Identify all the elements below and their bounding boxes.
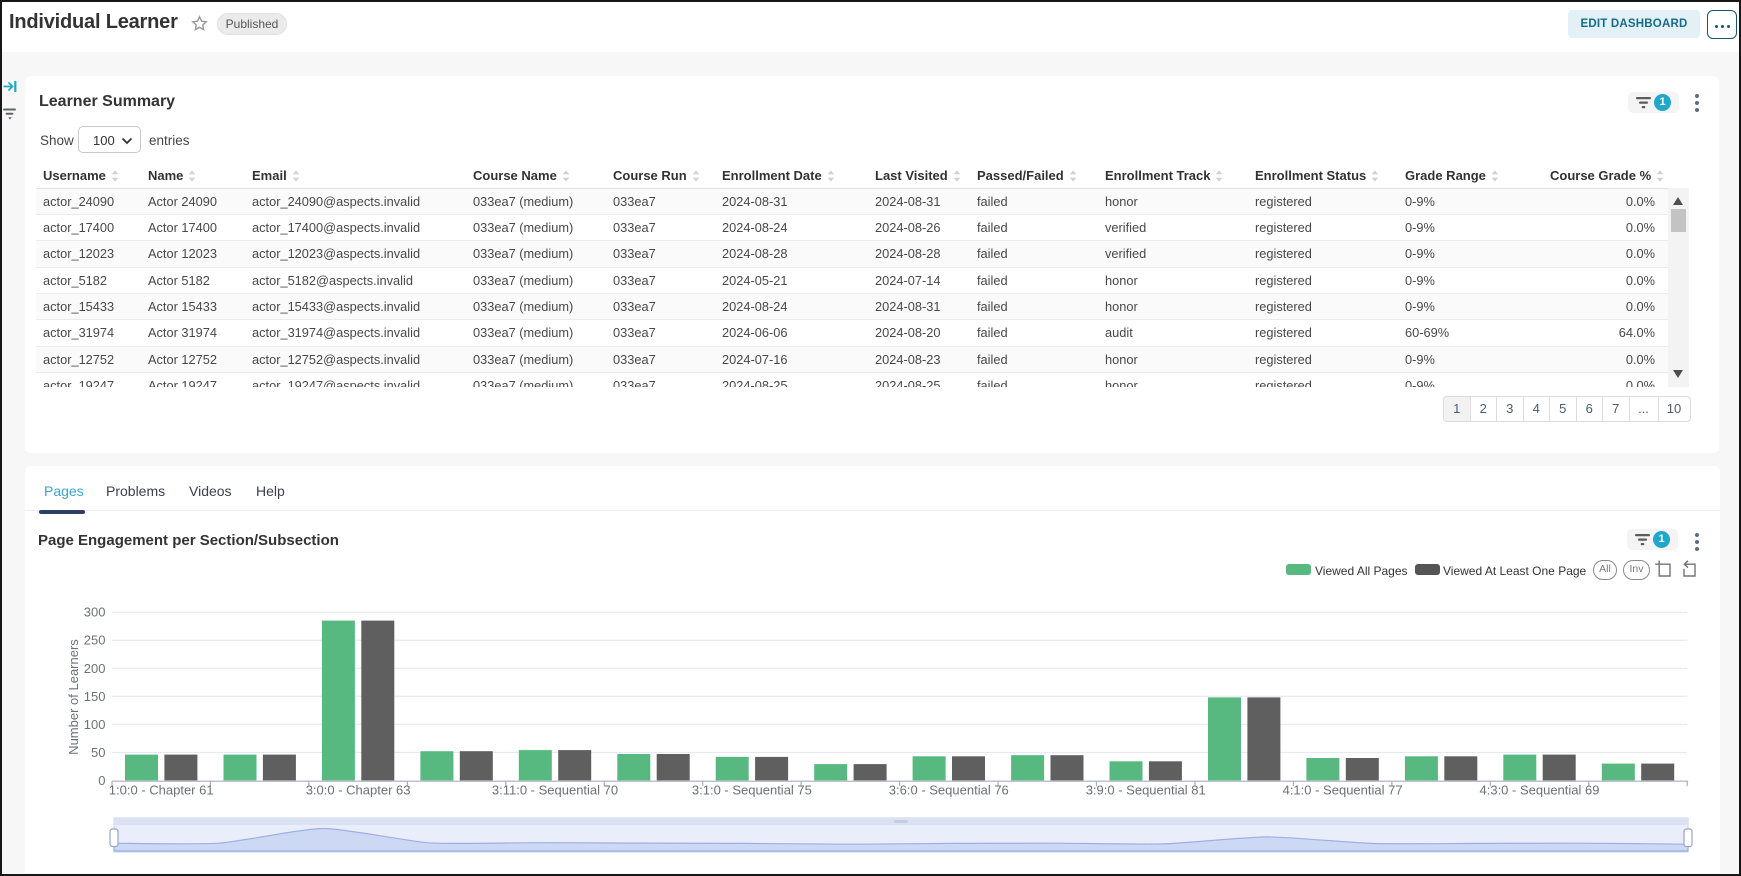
svg-text:3:0:0 - Chapter 63: 3:0:0 - Chapter 63: [306, 782, 411, 797]
svg-text:3:6:0 - Sequential 76: 3:6:0 - Sequential 76: [889, 782, 1009, 797]
svg-text:4:1:0 - Sequential 77: 4:1:0 - Sequential 77: [1283, 782, 1403, 797]
svg-text:300: 300: [84, 605, 106, 620]
svg-text:1:0:0 - Chapter 61: 1:0:0 - Chapter 61: [109, 782, 214, 797]
svg-text:3:1:0 - Sequential 75: 3:1:0 - Sequential 75: [692, 782, 812, 797]
svg-text:100: 100: [84, 717, 106, 732]
svg-text:3:11:0 - Sequential 70: 3:11:0 - Sequential 70: [492, 782, 618, 797]
svg-text:150: 150: [84, 689, 106, 704]
svg-text:200: 200: [84, 661, 106, 676]
svg-text:50: 50: [91, 745, 105, 760]
svg-text:0: 0: [98, 773, 105, 788]
svg-text:3:9:0 - Sequential 81: 3:9:0 - Sequential 81: [1086, 782, 1206, 797]
svg-text:4:3:0 - Sequential 69: 4:3:0 - Sequential 69: [1480, 782, 1600, 797]
svg-text:250: 250: [84, 633, 106, 648]
svg-text:Number of Learners: Number of Learners: [66, 639, 81, 755]
